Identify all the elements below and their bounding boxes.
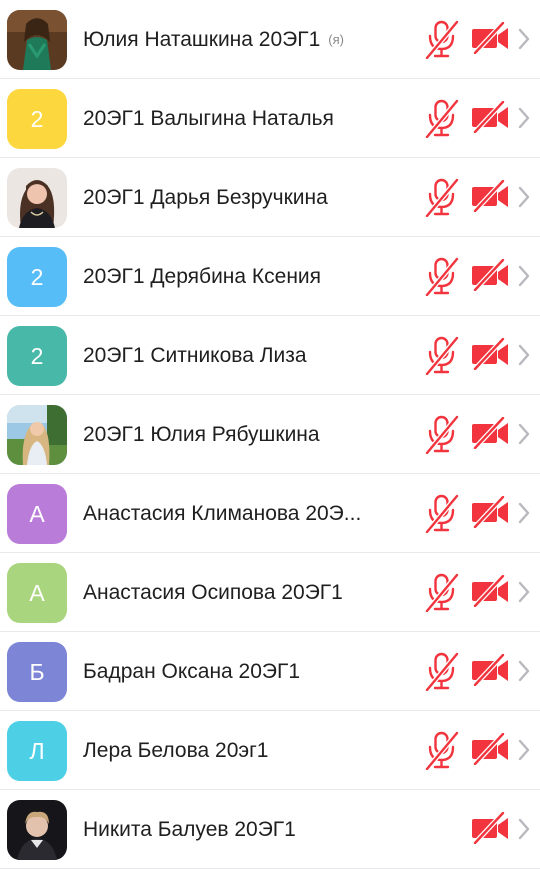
participant-name: Бадран Оксана 20ЭГ1 [83, 659, 301, 683]
mic-muted-icon[interactable] [424, 335, 460, 375]
avatar-letter: Б [29, 658, 45, 685]
camera-off-icon[interactable] [471, 812, 509, 844]
participant-name-wrap: 20ЭГ1 Валыгина Наталья [83, 79, 405, 158]
chevron-right-icon[interactable] [517, 660, 531, 682]
participant-name: Анастасия Климанова 20Э... [83, 501, 362, 525]
mic-muted-icon[interactable] [424, 98, 460, 138]
participant-name-wrap: Никита Балуев 20ЭГ1 [83, 790, 405, 869]
participant-row[interactable]: 20ЭГ1 Юлия Рябушкина [0, 395, 540, 474]
avatar-photo [7, 800, 67, 860]
avatar-initial: А [7, 484, 67, 544]
participant-name: 20ЭГ1 Ситникова Лиза [83, 343, 307, 367]
chevron-right-icon[interactable] [517, 107, 531, 129]
participant-name-wrap: Юлия Наташкина 20ЭГ1 (я) [83, 0, 405, 79]
participant-name-wrap: Лера Белова 20эг1 [83, 711, 405, 790]
avatar-letter: А [29, 500, 45, 527]
participant-row[interactable]: А Анастасия Климанова 20Э... [0, 474, 540, 553]
camera-off-icon[interactable] [471, 733, 509, 765]
mic-muted-icon[interactable] [424, 651, 460, 691]
participant-name-wrap: 20ЭГ1 Ситникова Лиза [83, 316, 405, 395]
mic-muted-icon[interactable] [424, 572, 460, 612]
participant-row[interactable]: Л Лера Белова 20эг1 [0, 711, 540, 790]
camera-off-icon[interactable] [471, 417, 509, 449]
avatar-photo [7, 168, 67, 228]
chevron-right-icon[interactable] [517, 186, 531, 208]
participant-name-wrap: 20ЭГ1 Дарья Безручкина [83, 158, 405, 237]
participant-row[interactable]: 2 20ЭГ1 Дерябина Ксения [0, 237, 540, 316]
camera-off-icon[interactable] [471, 180, 509, 212]
participant-name: Никита Балуев 20ЭГ1 [83, 817, 296, 841]
mic-muted-icon[interactable] [424, 256, 460, 296]
participant-name-wrap: Анастасия Осипова 20ЭГ1 [83, 553, 405, 632]
avatar-letter: Л [29, 737, 45, 764]
self-tag: (я) [328, 32, 344, 47]
participant-name: 20ЭГ1 Валыгина Наталья [83, 106, 334, 130]
chevron-right-icon[interactable] [517, 344, 531, 366]
avatar-initial: Б [7, 642, 67, 702]
mic-muted-icon[interactable] [424, 414, 460, 454]
avatar-photo [7, 10, 67, 70]
avatar-photo [7, 405, 67, 465]
participant-name-wrap: 20ЭГ1 Юлия Рябушкина [83, 395, 405, 474]
participant-name: Анастасия Осипова 20ЭГ1 [83, 580, 343, 604]
avatar-letter: 2 [30, 342, 44, 369]
participant-name: 20ЭГ1 Дарья Безручкина [83, 185, 328, 209]
avatar-initial: 2 [7, 326, 67, 386]
participant-name: 20ЭГ1 Дерябина Ксения [83, 264, 322, 288]
avatar-initial: А [7, 563, 67, 623]
chevron-right-icon[interactable] [517, 265, 531, 287]
participant-row[interactable]: Никита Балуев 20ЭГ1 [0, 790, 540, 869]
chevron-right-icon[interactable] [517, 739, 531, 761]
chevron-right-icon[interactable] [517, 28, 531, 50]
participant-row[interactable]: 2 20ЭГ1 Ситникова Лиза [0, 316, 540, 395]
participant-name: Лера Белова 20эг1 [83, 738, 269, 762]
camera-off-icon[interactable] [471, 259, 509, 291]
participant-row[interactable]: Юлия Наташкина 20ЭГ1 (я) [0, 0, 540, 79]
camera-off-icon[interactable] [471, 22, 509, 54]
mic-muted-icon[interactable] [424, 730, 460, 770]
chevron-right-icon[interactable] [517, 502, 531, 524]
participant-name-wrap: Анастасия Климанова 20Э... [83, 474, 405, 553]
chevron-right-icon[interactable] [517, 818, 531, 840]
chevron-right-icon[interactable] [517, 581, 531, 603]
camera-off-icon[interactable] [471, 496, 509, 528]
participant-row[interactable]: Б Бадран Оксана 20ЭГ1 [0, 632, 540, 711]
chevron-right-icon[interactable] [517, 423, 531, 445]
avatar-letter: 2 [30, 105, 44, 132]
participant-row[interactable]: 2 20ЭГ1 Валыгина Наталья [0, 79, 540, 158]
mic-muted-icon[interactable] [424, 493, 460, 533]
camera-off-icon[interactable] [471, 338, 509, 370]
participant-name-wrap: Бадран Оксана 20ЭГ1 [83, 632, 405, 711]
participant-name: 20ЭГ1 Юлия Рябушкина [83, 422, 320, 446]
avatar-initial: Л [7, 721, 67, 781]
participant-row[interactable]: 20ЭГ1 Дарья Безручкина [0, 158, 540, 237]
avatar-initial: 2 [7, 247, 67, 307]
participant-list: Юлия Наташкина 20ЭГ1 (я) 2 20ЭГ1 Валыгина Н… [0, 0, 540, 869]
mic-muted-icon[interactable] [424, 19, 460, 59]
participant-name: Юлия Наташкина 20ЭГ1 [83, 27, 321, 51]
mic-muted-icon[interactable] [424, 177, 460, 217]
avatar-letter: А [29, 579, 45, 606]
camera-off-icon[interactable] [471, 101, 509, 133]
camera-off-icon[interactable] [471, 575, 509, 607]
camera-off-icon[interactable] [471, 654, 509, 686]
participant-row[interactable]: А Анастасия Осипова 20ЭГ1 [0, 553, 540, 632]
avatar-letter: 2 [30, 263, 44, 290]
avatar-initial: 2 [7, 89, 67, 149]
participant-name-wrap: 20ЭГ1 Дерябина Ксения [83, 237, 405, 316]
